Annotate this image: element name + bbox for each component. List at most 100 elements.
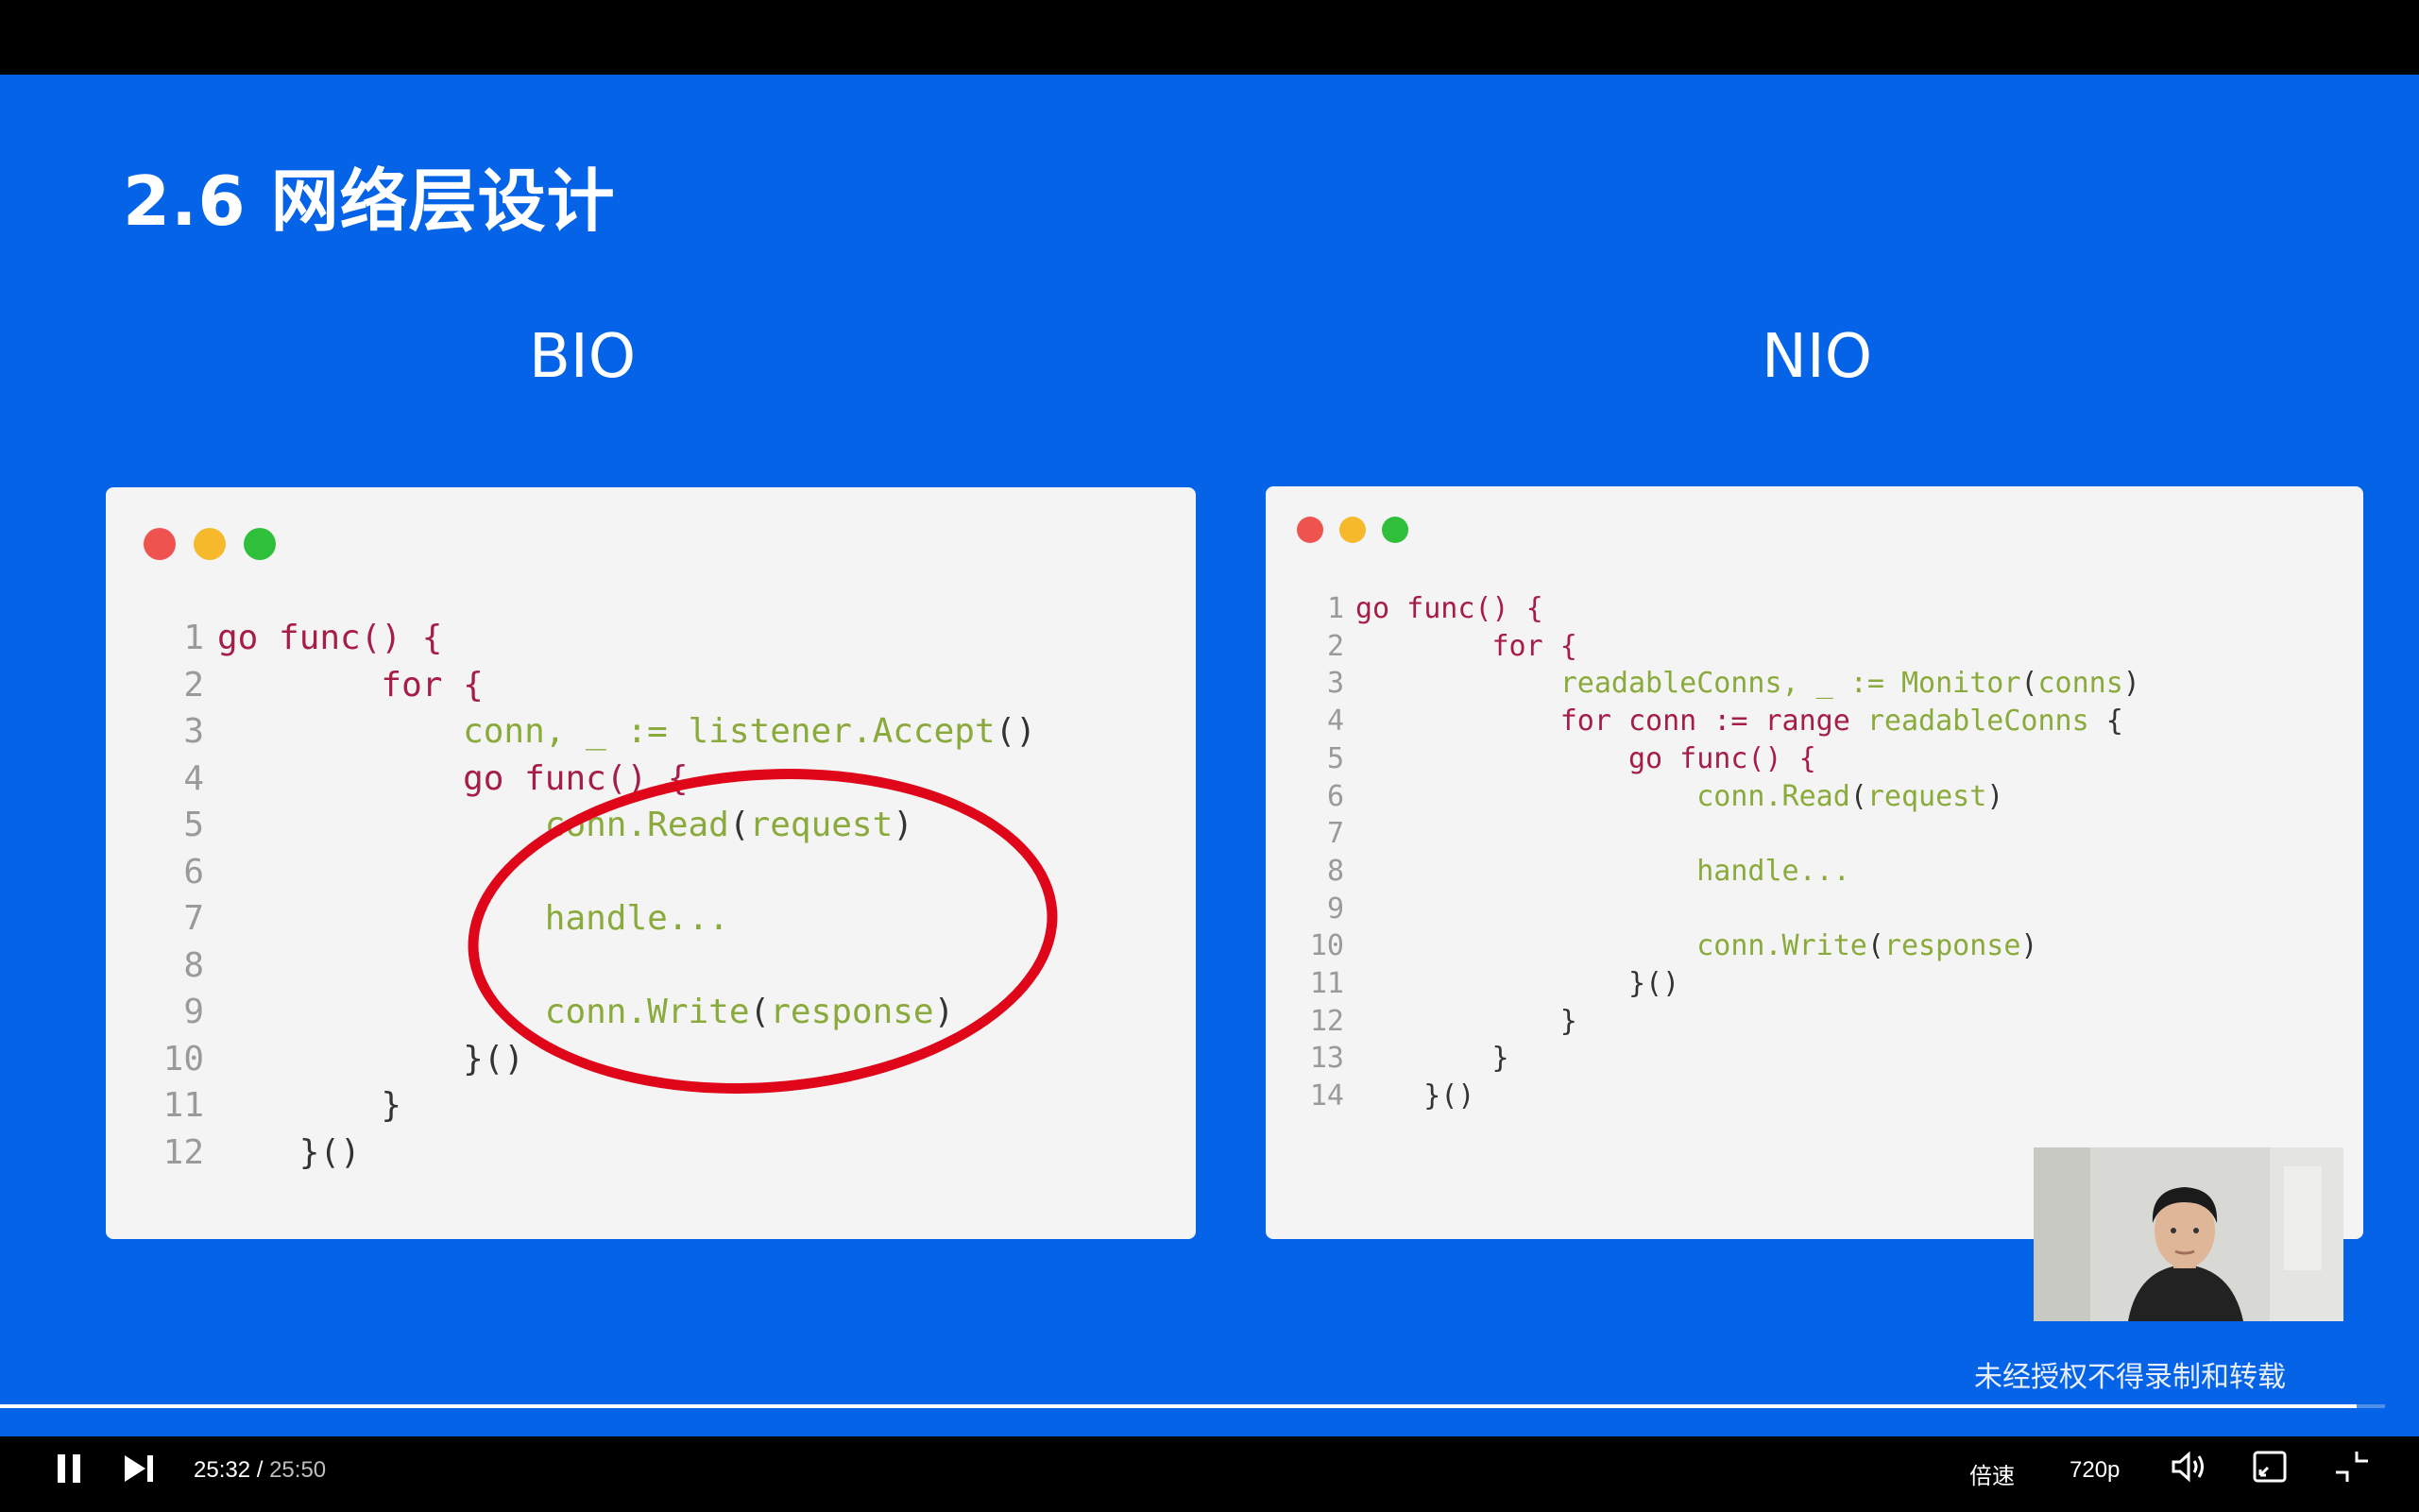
line-number: 12	[1309, 1004, 1344, 1038]
line-number: 9	[183, 993, 204, 1031]
line-number: 2	[1326, 629, 1344, 663]
code-line: 6 conn.Read(request)	[1308, 778, 2140, 816]
video-frame-slide[interactable]: 2.6 网络层设计 BIO NIO 1 go func() {2 for {3 c…	[0, 75, 2419, 1436]
line-number: 9	[1326, 892, 1344, 926]
line-number: 6	[1326, 779, 1344, 813]
minimize-dot-icon	[194, 528, 226, 560]
line-number: 10	[1309, 929, 1344, 963]
time-separator: /	[250, 1457, 270, 1483]
minimize-dot-icon	[1339, 517, 1366, 543]
code-token: }()	[217, 1039, 525, 1079]
code-token: ()	[995, 712, 1036, 751]
code-token: }	[217, 1086, 402, 1125]
line-number: 11	[1309, 967, 1344, 1001]
code-token: (	[2020, 667, 2038, 701]
picture-in-picture-button[interactable]	[2248, 1438, 2291, 1495]
line-number: 2	[183, 665, 204, 705]
line-number: 6	[183, 852, 204, 892]
code-token: go func() {	[217, 619, 443, 657]
line-number: 13	[1309, 1042, 1344, 1076]
line-number: 1	[183, 619, 204, 657]
code-line: 7	[1308, 815, 2140, 853]
code-line: 9	[1308, 891, 2140, 928]
line-number: 5	[1326, 741, 1344, 775]
code-token: readableConns	[1866, 705, 2089, 739]
volume-button[interactable]	[2168, 1438, 2211, 1495]
code-line: 3 readableConns, _ := Monitor(conns)	[1308, 665, 2140, 703]
code-token: }	[1355, 1004, 1577, 1038]
time-display: 25:32 / 25:50	[194, 1457, 326, 1484]
code-token: readableConns, _ := Monitor	[1355, 667, 2021, 701]
code-token: )	[2020, 929, 2038, 963]
code-token: for conn := range	[1355, 705, 1867, 739]
current-time: 25:32	[194, 1457, 251, 1483]
picture-in-picture-icon	[2253, 1451, 2287, 1483]
next-button[interactable]	[117, 1440, 161, 1497]
speed-button[interactable]: 倍速	[1969, 1457, 2015, 1490]
quality-button[interactable]: 720p	[2070, 1457, 2120, 1484]
code-line: 2 for {	[1308, 628, 2140, 666]
code-token: conns	[2037, 667, 2123, 701]
line-number: 8	[1326, 854, 1344, 888]
slide-title: 2.6 网络层设计	[123, 161, 616, 241]
nio-heading: NIO	[1762, 322, 1873, 392]
duration: 25:50	[269, 1457, 327, 1483]
line-number: 4	[183, 758, 204, 798]
player-controls: 25:32 / 25:50 倍速 720p	[0, 1436, 2419, 1512]
line-number: 11	[162, 1086, 204, 1125]
code-token: conn, _ := listener.Accept	[217, 712, 996, 751]
code-line: 2 for {	[162, 662, 1036, 709]
pause-icon	[58, 1454, 80, 1483]
code-line: 3 conn, _ := listener.Accept()	[162, 708, 1036, 756]
code-line: 14 }()	[1308, 1078, 2140, 1115]
line-number: 3	[1326, 667, 1344, 701]
code-token: conn.Read	[1355, 779, 1850, 813]
code-line: 11 }()	[1308, 965, 2140, 1003]
code-line: 1 go func() {	[1308, 590, 2140, 628]
code-token: }()	[1355, 1079, 1475, 1113]
maximize-dot-icon	[1382, 517, 1408, 543]
code-line: 11 }	[162, 1082, 1036, 1130]
code-token: for {	[1355, 629, 1577, 663]
line-number: 3	[183, 712, 204, 751]
code-token: )	[2122, 667, 2140, 701]
presenter-image	[2034, 1147, 2343, 1321]
code-token: response	[1883, 929, 2021, 963]
watermark-text: 未经授权不得录制和转载	[1974, 1361, 2286, 1394]
line-number: 1	[1326, 592, 1344, 625]
code-token: {	[2088, 705, 2123, 739]
code-token: go func() {	[1355, 592, 1543, 625]
code-line: 1 go func() {	[162, 615, 1036, 662]
code-token: (	[1849, 779, 1867, 813]
code-token: }	[1355, 1042, 1509, 1076]
code-line: 10 conn.Write(response)	[1308, 927, 2140, 965]
code-token: handle...	[1355, 854, 1850, 888]
code-token: go func() {	[217, 758, 689, 798]
code-line: 4 for conn := range readableConns {	[1308, 703, 2140, 740]
code-token: go func() {	[1355, 741, 1816, 775]
exit-fullscreen-button[interactable]	[2328, 1438, 2376, 1495]
code-line: 5 go func() {	[1308, 740, 2140, 778]
line-number: 4	[1326, 705, 1344, 739]
code-token: )	[1986, 779, 2004, 813]
pause-button[interactable]	[47, 1440, 91, 1497]
window-controls	[144, 528, 294, 565]
progress-bar[interactable]	[0, 1404, 2385, 1408]
bio-heading: BIO	[529, 322, 637, 392]
nio-code-block: 1 go func() {2 for {3 readableConns, _ :=…	[1308, 590, 2140, 1115]
code-line: 13 }	[1308, 1040, 2140, 1078]
line-number: 8	[183, 945, 204, 985]
exit-fullscreen-icon	[2336, 1452, 2368, 1482]
code-token: conn.Write	[1355, 929, 1867, 963]
code-token: request	[1866, 779, 1987, 813]
nio-code-window: 1 go func() {2 for {3 readableConns, _ :=…	[1266, 486, 2363, 1239]
code-token: (	[1866, 929, 1884, 963]
line-number: 7	[1326, 817, 1344, 851]
volume-icon	[2172, 1451, 2204, 1483]
progress-bar-fill	[0, 1404, 2357, 1408]
maximize-dot-icon	[244, 528, 276, 560]
line-number: 7	[183, 899, 204, 938]
line-number: 5	[183, 806, 204, 844]
code-line: 12 }()	[162, 1130, 1036, 1177]
code-token: }()	[1355, 967, 1680, 1001]
